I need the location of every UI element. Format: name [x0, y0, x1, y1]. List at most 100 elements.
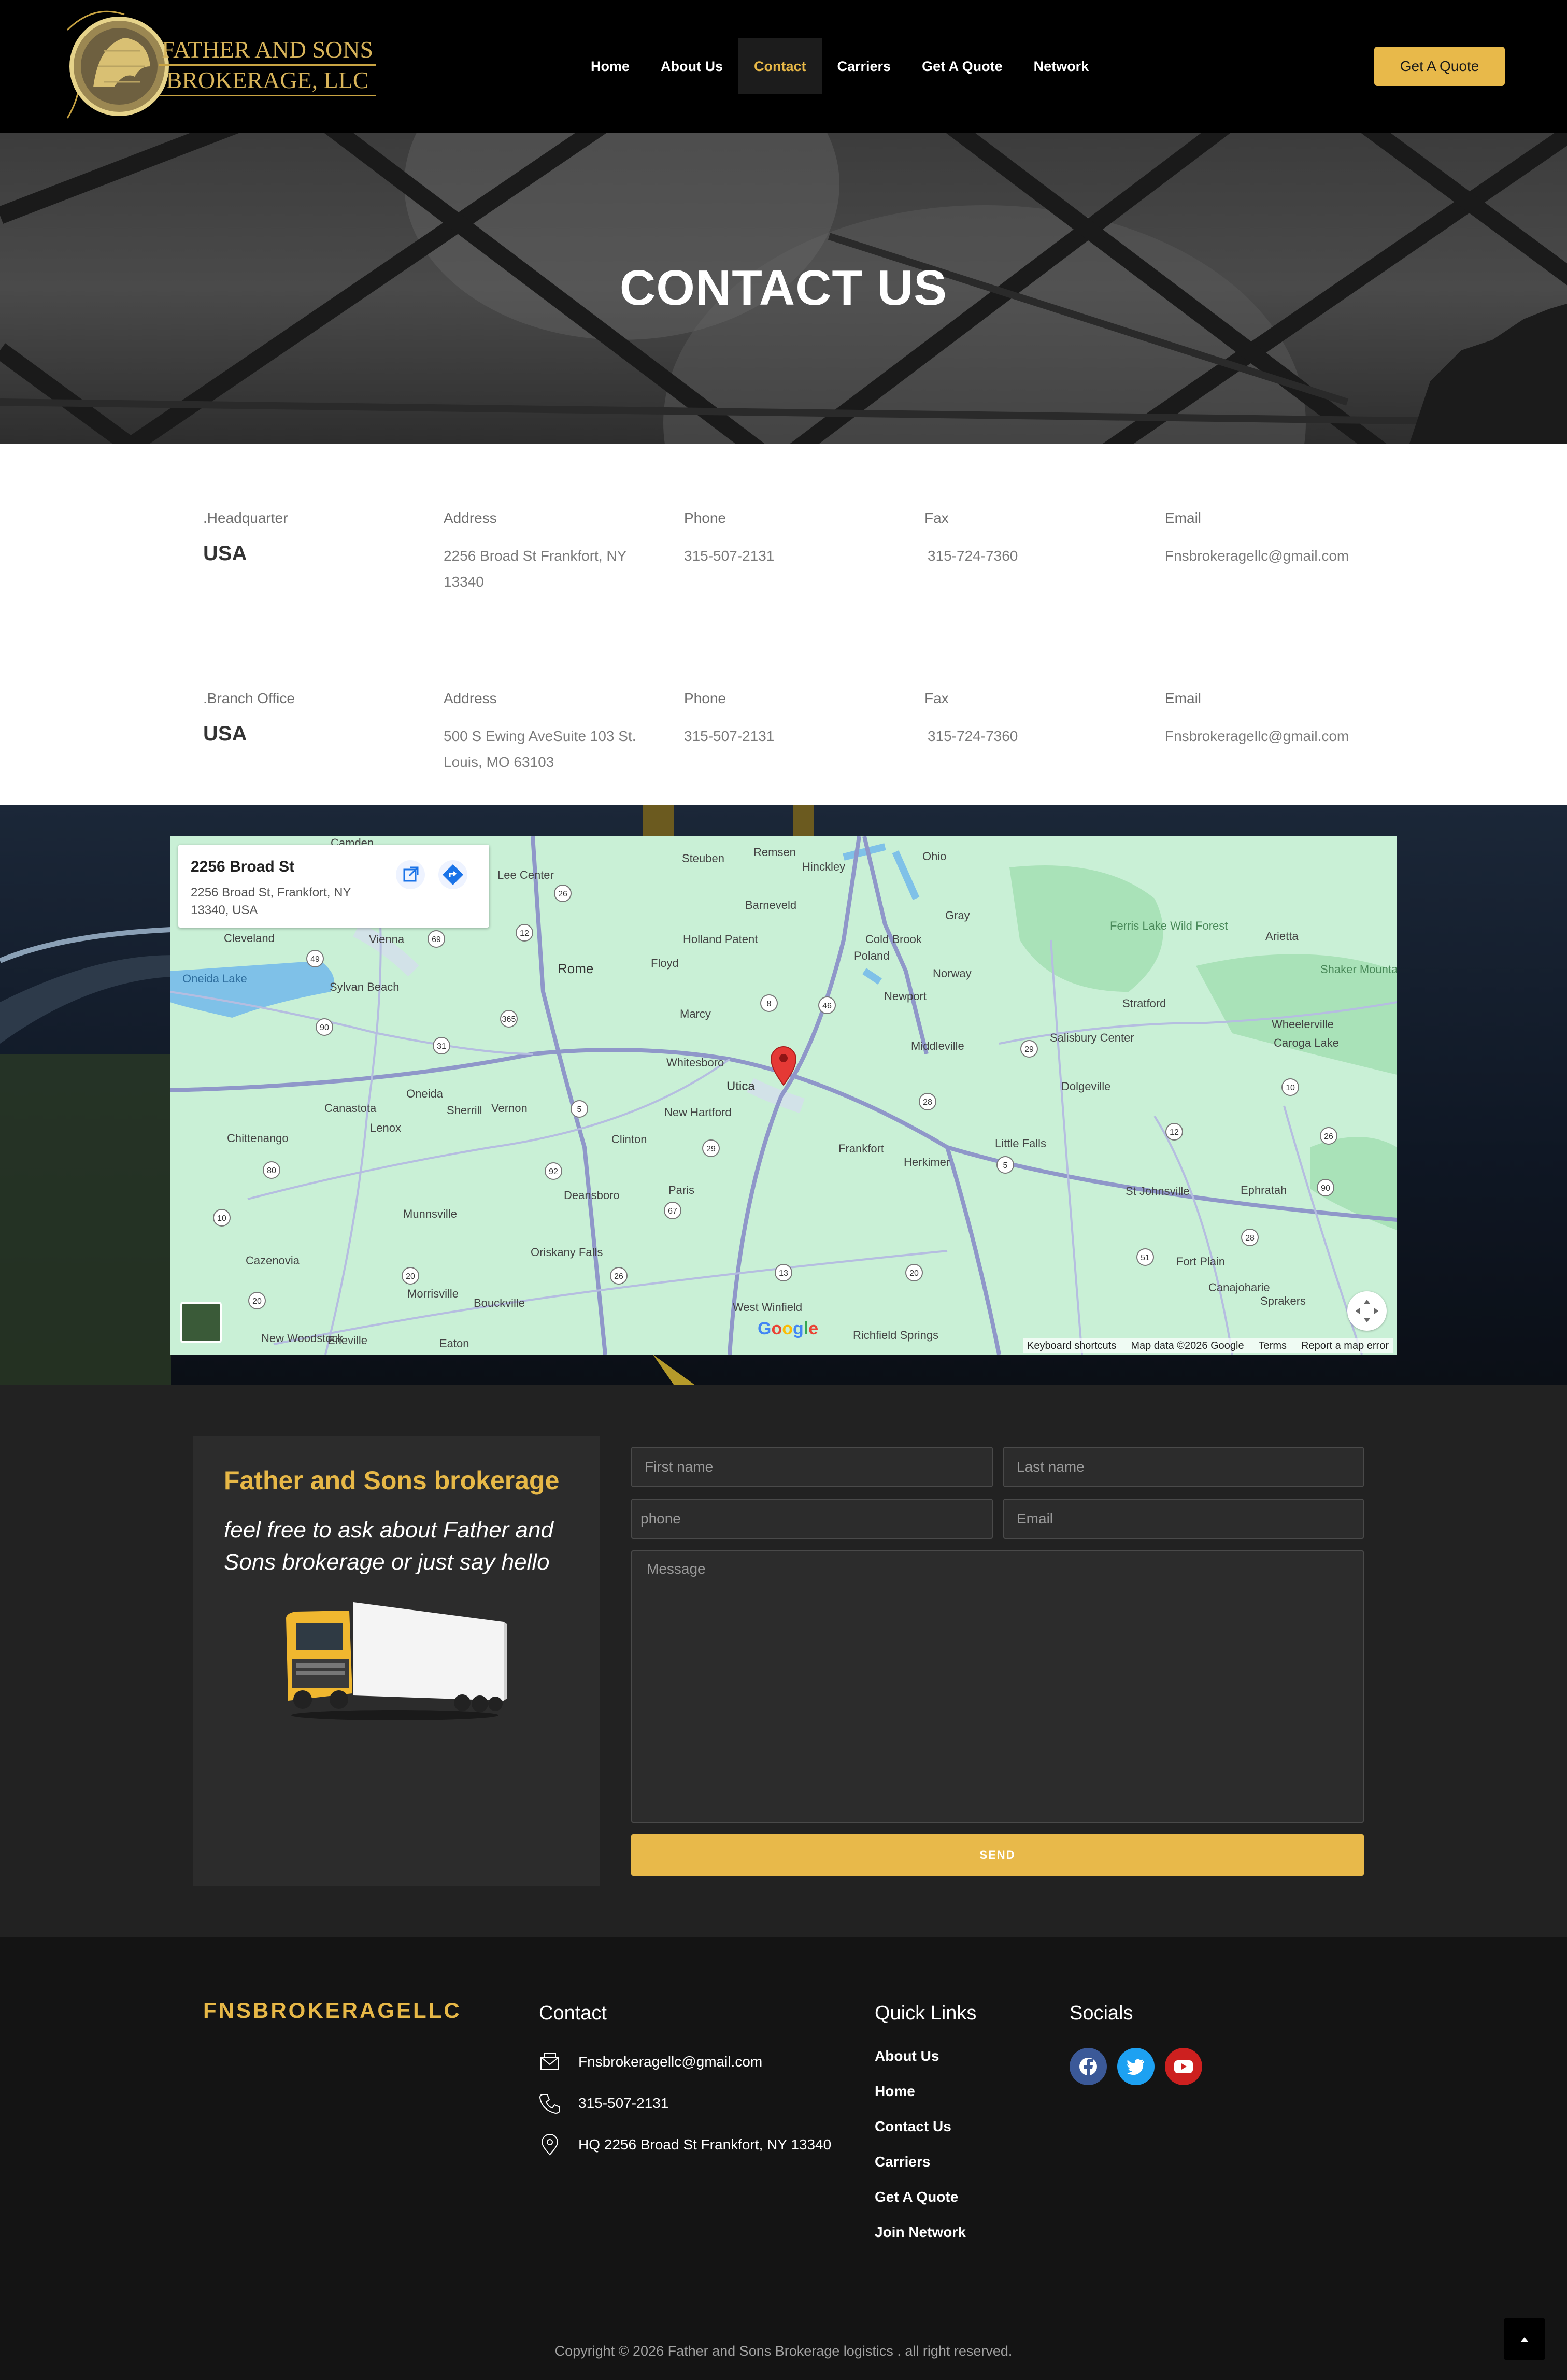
map-place-label: Deansboro	[564, 1189, 620, 1202]
map-place-label: Salisbury Center	[1050, 1031, 1134, 1044]
address-line-2: 13340	[444, 574, 484, 590]
facebook-icon[interactable]	[1070, 2048, 1107, 2085]
map-place-label: Oriskany Falls	[531, 1246, 603, 1259]
directions-icon[interactable]	[438, 860, 467, 889]
map-place-title: 2256 Broad St	[191, 858, 295, 875]
footer-address: HQ 2256 Broad St Frankfort, NY 13340	[539, 2132, 831, 2158]
footer-link-home[interactable]: Home	[875, 2083, 915, 2100]
office-country: USA	[203, 722, 247, 745]
map-place-label: Stratford	[1122, 997, 1166, 1010]
fax-label: Fax	[924, 510, 949, 526]
google-map[interactable]: Camden Steuben Remsen Ohio Hinckley Lee …	[170, 836, 1397, 1355]
email-value[interactable]: Fnsbrokeragellc@gmail.com	[1165, 723, 1349, 749]
route-shield-label: 31	[437, 1042, 446, 1051]
site-header: FATHER AND SONS BROKERAGE, LLC Home Abou…	[0, 0, 1567, 133]
logo-text: FATHER AND SONS BROKERAGE, LLC	[159, 35, 376, 96]
route-shield-label: 29	[1024, 1045, 1034, 1054]
phone-value[interactable]: 315-507-2131	[684, 723, 774, 749]
youtube-icon[interactable]	[1165, 2048, 1202, 2085]
map-place-label: Oneida	[406, 1087, 444, 1100]
route-shield-label: 26	[1324, 1132, 1333, 1141]
map-place-label: Chittenango	[227, 1132, 289, 1145]
map-place-label: Marcy	[680, 1007, 711, 1020]
route-shield-label: 28	[923, 1098, 932, 1107]
twitter-icon[interactable]	[1117, 2048, 1155, 2085]
route-shield-label: 29	[706, 1145, 716, 1153]
footer-link-carriers[interactable]: Carriers	[875, 2154, 930, 2170]
email-field[interactable]: Email	[1003, 1499, 1364, 1539]
send-button[interactable]: SEND	[631, 1834, 1364, 1876]
route-shield-label: 90	[1321, 1184, 1330, 1193]
footer-socials-heading: Socials	[1070, 2002, 1133, 2024]
route-shield-label: 80	[267, 1166, 276, 1175]
map-layers-toggle[interactable]	[180, 1302, 222, 1343]
map-place-label: Bouckville	[474, 1296, 525, 1309]
nav-carriers[interactable]: Carriers	[822, 38, 907, 94]
footer-link-contact-us[interactable]: Contact Us	[875, 2118, 951, 2135]
keyboard-shortcuts-link[interactable]: Keyboard shortcuts	[1027, 1338, 1116, 1353]
map-place-label: Munnsville	[403, 1207, 457, 1220]
envelope-icon	[540, 2053, 559, 2070]
report-map-error-link[interactable]: Report a map error	[1301, 1338, 1389, 1353]
office-type: .Branch Office	[203, 690, 295, 706]
nav-contact[interactable]: Contact	[738, 38, 822, 94]
office-country: USA	[203, 542, 247, 565]
map-place-label: Cazenovia	[246, 1254, 300, 1267]
contact-form-section: Father and Sons brokerage feel free to a…	[0, 1385, 1567, 1937]
copyright-text: Copyright © 2026 Father and Sons Brokera…	[554, 2343, 1013, 2359]
route-shield-label: 20	[252, 1297, 262, 1306]
footer-link-about-us[interactable]: About Us	[875, 2048, 939, 2064]
google-logo: Google	[758, 1319, 819, 1338]
map-place-label: New Hartford	[664, 1106, 732, 1119]
first-name-field[interactable]: First name	[631, 1447, 993, 1487]
route-shield-label: 13	[779, 1269, 788, 1278]
intro-title: Father and Sons brokerage	[224, 1466, 560, 1495]
nav-about-us[interactable]: About Us	[645, 38, 738, 94]
address-label: Address	[444, 510, 497, 526]
map-place-label: Oneida Lake	[182, 972, 247, 985]
route-shield-label: 12	[1170, 1128, 1179, 1137]
nav-network[interactable]: Network	[1018, 38, 1105, 94]
footer-link-get-a-quote[interactable]: Get A Quote	[875, 2189, 958, 2205]
map-place-label: Sherrill	[447, 1104, 482, 1117]
map-place-label: Utica	[726, 1079, 755, 1093]
map-place-label: Little Falls	[995, 1137, 1046, 1150]
phone-label: Phone	[684, 690, 726, 706]
email-value[interactable]: Fnsbrokeragellc@gmail.com	[1165, 543, 1349, 569]
map-place-label: Lee Center	[497, 868, 554, 881]
footer-email[interactable]: Fnsbrokeragellc@gmail.com	[539, 2049, 762, 2075]
chevron-up-icon	[1520, 2337, 1529, 2342]
company-logo[interactable]: FATHER AND SONS BROKERAGE, LLC	[62, 9, 383, 123]
map-place-label: Poland	[854, 949, 890, 962]
scroll-to-top-button[interactable]	[1504, 2318, 1545, 2360]
route-shield-label: 67	[668, 1207, 677, 1216]
open-in-maps-icon[interactable]	[396, 860, 425, 889]
terms-link[interactable]: Terms	[1259, 1338, 1287, 1353]
route-shield-label: 26	[614, 1272, 623, 1281]
map-place-label: Frankfort	[838, 1142, 884, 1155]
address-label: Address	[444, 690, 497, 706]
phone-value[interactable]: 315-507-2131	[684, 543, 774, 569]
footer-phone[interactable]: 315-507-2131	[539, 2090, 668, 2116]
map-place-label: Shaker Mountain Wild Forest	[1320, 963, 1397, 976]
nav-get-a-quote[interactable]: Get A Quote	[906, 38, 1018, 94]
map-place-label: Paris	[668, 1184, 694, 1196]
phone-field[interactable]: phone	[631, 1499, 993, 1539]
office-row-branch: .Branch Office USA Address 500 S Ewing A…	[203, 690, 1395, 815]
get-a-quote-button[interactable]: Get A Quote	[1374, 47, 1505, 86]
map-place-label: Steuben	[682, 852, 724, 865]
map-place-label: Fort Plain	[1176, 1255, 1225, 1268]
map-place-label: Hinckley	[802, 860, 845, 873]
map-place-label: Cleveland	[224, 932, 275, 945]
footer-link-join-network[interactable]: Join Network	[875, 2224, 966, 2241]
message-field[interactable]: Message	[631, 1550, 1364, 1823]
logo-line-2: BROKERAGE, LLC	[159, 64, 376, 96]
route-shield-label: 20	[909, 1269, 919, 1278]
last-name-field[interactable]: Last name	[1003, 1447, 1364, 1487]
fullscreen-icon[interactable]	[1347, 1291, 1387, 1331]
map-place-label: Morrisville	[407, 1287, 459, 1300]
map-section: Camden Steuben Remsen Ohio Hinckley Lee …	[0, 805, 1567, 1385]
footer-quick-links-heading: Quick Links	[875, 2002, 977, 2024]
nav-home[interactable]: Home	[575, 38, 645, 94]
route-shield-label: 5	[577, 1105, 582, 1114]
